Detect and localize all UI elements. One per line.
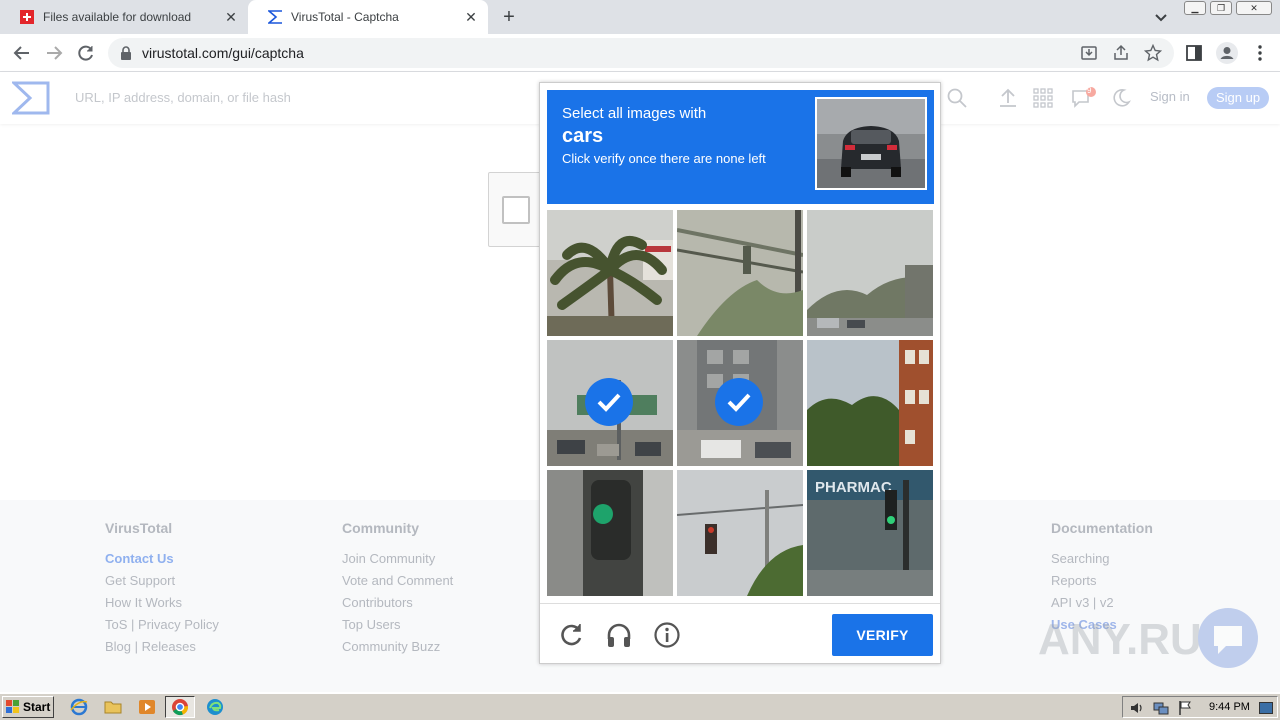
challenge-footer: VERIFY [540,603,940,664]
volume-icon[interactable] [1129,700,1145,716]
footer-link-how-it-works[interactable]: How It Works [105,592,219,614]
network-icon[interactable] [1153,700,1169,716]
challenge-tile-3[interactable] [807,210,933,336]
reload-button[interactable] [75,42,97,64]
share-icon[interactable] [1112,44,1130,62]
challenge-tile-7[interactable] [547,470,673,596]
internet-explorer-icon[interactable] [70,698,88,716]
recaptcha-challenge-dialog: Select all images with cars Click verify… [539,82,941,664]
minimize-window-button[interactable]: ▁ [1184,1,1206,15]
footer-link-support[interactable]: Get Support [105,570,219,592]
browser-tab-strip: Files available for download ✕ VirusTota… [0,0,1280,34]
profile-avatar-icon[interactable] [1215,41,1239,65]
footer-link-searching[interactable]: Searching [1051,548,1153,570]
search-icon[interactable] [946,87,968,109]
tab-title: VirusTotal - Captcha [291,10,399,24]
footer-link-reports[interactable]: Reports [1051,570,1153,592]
virustotal-logo-icon[interactable] [10,81,50,115]
challenge-tile-4[interactable] [547,340,673,466]
audio-challenge-headphones-icon[interactable] [605,621,633,649]
swiss-flag-icon [20,10,34,24]
footer-heading: VirusTotal [105,520,173,536]
tab-title: Files available for download [43,10,192,24]
dark-mode-moon-icon[interactable] [1110,87,1132,109]
forward-button[interactable] [43,42,65,64]
sign-in-link[interactable]: Sign in [1150,89,1190,104]
footer-link-top-users[interactable]: Top Users [342,614,453,636]
footer-column-community: Community Join Community Vote and Commen… [342,520,453,658]
notification-count-badge: 9 [1087,86,1092,95]
chevron-down-icon[interactable] [1152,8,1170,26]
footer-heading: Community [342,520,419,536]
challenge-tile-8[interactable] [677,470,803,596]
footer-link-tos-privacy[interactable]: ToS | Privacy Policy [105,614,219,636]
start-button[interactable]: Start [2,696,54,718]
system-tray: 9:44 PM [1122,696,1278,718]
url-text: virustotal.com/gui/captcha [142,45,304,61]
more-menu-icon[interactable] [1250,43,1270,63]
install-app-icon[interactable] [1080,44,1098,62]
close-tab-icon[interactable]: ✕ [222,8,240,26]
svg-text:PHARMAC: PHARMAC [815,479,892,496]
sample-car-image [815,97,927,190]
start-label: Start [23,700,51,714]
address-bar[interactable]: virustotal.com/gui/captcha [108,38,1174,68]
edge-icon[interactable] [206,698,224,716]
lock-icon [120,46,132,60]
challenge-tile-9[interactable]: PHARMAC [807,470,933,596]
new-tab-button[interactable]: + [498,6,520,28]
search-input[interactable]: URL, IP address, domain, or file hash [75,90,291,105]
footer-link-join-community[interactable]: Join Community [342,548,453,570]
restore-window-button[interactable]: ❐ [1210,1,1232,15]
action-center-flag-icon[interactable] [1177,700,1193,716]
show-desktop-icon[interactable] [1259,701,1273,714]
recaptcha-checkbox[interactable] [502,196,530,224]
challenge-tile-5[interactable] [677,340,803,466]
taskbar-clock: 9:44 PM [1209,701,1250,713]
selected-checkmark-icon [715,378,763,426]
upload-icon[interactable] [997,87,1019,109]
reload-challenge-icon[interactable] [557,621,585,649]
footer-link-contributors[interactable]: Contributors [342,592,453,614]
windows-taskbar: Start 9:44 PM [0,693,1280,720]
virustotal-icon [268,10,282,24]
instruction-text: Select all images with [562,105,707,122]
media-player-icon[interactable] [138,698,156,716]
challenge-tile-1[interactable] [547,210,673,336]
any-run-watermark: ANY.RUN [1036,606,1266,670]
file-explorer-folder-icon[interactable] [104,698,122,716]
challenge-instructions: Select all images with cars Click verify… [547,90,934,204]
footer-heading: Documentation [1051,520,1153,536]
verify-button[interactable]: VERIFY [832,614,933,656]
instruction-subtext: Click verify once there are none left [562,151,766,166]
sign-up-button[interactable]: Sign up [1207,87,1269,109]
challenge-target-word: cars [562,125,604,147]
tab-files-download[interactable]: Files available for download ✕ [0,0,248,34]
footer-link-vote-comment[interactable]: Vote and Comment [342,570,453,592]
footer-link-blog-releases[interactable]: Blog | Releases [105,636,219,658]
info-icon[interactable] [653,621,681,649]
tab-virustotal-captcha[interactable]: VirusTotal - Captcha ✕ [248,0,488,34]
challenge-tile-2[interactable] [677,210,803,336]
footer-column-virustotal: VirusTotal Contact Us Get Support How It… [105,520,219,658]
footer-link-contact[interactable]: Contact Us [105,548,219,570]
close-tab-icon[interactable]: ✕ [462,8,480,26]
chrome-icon[interactable] [171,698,189,716]
close-window-button[interactable]: ✕ [1236,1,1272,15]
apps-grid-icon[interactable] [1032,87,1054,109]
windows-logo-icon [6,700,20,714]
side-panel-icon[interactable] [1184,43,1204,63]
bookmark-star-icon[interactable] [1143,43,1163,62]
challenge-tile-6[interactable] [807,340,933,466]
selected-checkmark-icon [585,378,633,426]
footer-link-community-buzz[interactable]: Community Buzz [342,636,453,658]
browser-toolbar: virustotal.com/gui/captcha [0,34,1280,72]
back-button[interactable] [11,42,33,64]
